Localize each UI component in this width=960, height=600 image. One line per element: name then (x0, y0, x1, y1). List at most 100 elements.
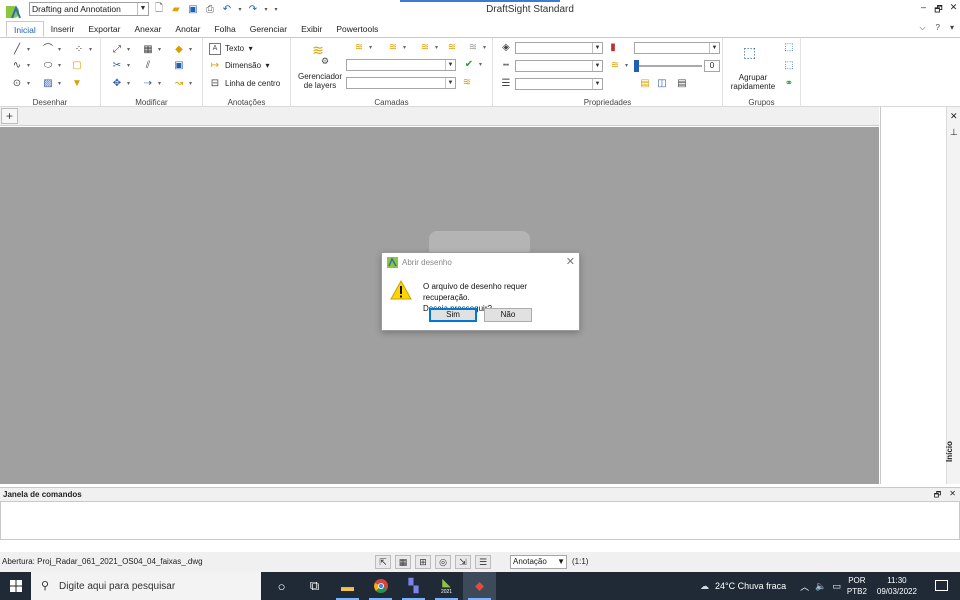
group-edit-icon[interactable]: ⬚ (783, 42, 795, 54)
print-icon[interactable]: ⎙ (203, 2, 217, 16)
weather-icon[interactable]: ☁ (700, 581, 709, 592)
taskbar-search-box[interactable]: ⚲ Digite aqui para pesquisar (31, 572, 261, 600)
task-view-icon[interactable]: ⧉ (298, 572, 331, 600)
close-button[interactable]: ✕ (946, 2, 960, 18)
layer-lock-icon[interactable]: ≋ (446, 42, 458, 54)
trim-icon[interactable]: ✂ (111, 60, 130, 72)
layer-freeze-icon[interactable]: ≋ (419, 42, 438, 54)
layer-filter-select[interactable]: ▼ (346, 77, 456, 89)
tab-anexar[interactable]: Anexar (127, 21, 168, 37)
workspace-select[interactable]: Drafting and Annotation ▼ (29, 2, 149, 16)
texto-button[interactable]: Texto ▾ (225, 44, 253, 53)
tab-folha[interactable]: Folha (207, 21, 242, 37)
group-manager-icon[interactable]: ⬚ (783, 60, 795, 72)
notification-center-icon[interactable] (935, 580, 948, 591)
tab-inserir[interactable]: Inserir (44, 21, 82, 37)
erase-icon[interactable]: ◆ (173, 44, 192, 56)
draftsight-taskbar-icon[interactable]: ◣ 2021 (430, 572, 463, 600)
properties-panel-icon[interactable]: ▤ (676, 78, 688, 90)
layer-walk-icon[interactable]: ≋ (467, 42, 486, 54)
linetype-select[interactable]: ▼ (515, 60, 603, 72)
lineweight-display-icon[interactable]: ☰ (475, 555, 491, 569)
spline-icon[interactable]: ∿ (11, 60, 30, 72)
points-icon[interactable]: ⁘ (73, 44, 92, 56)
ortho-icon[interactable]: ⊞ (415, 555, 431, 569)
layer-select[interactable]: ▼ (346, 59, 456, 71)
redo-icon[interactable]: ↷ (246, 2, 260, 16)
plot-style-select[interactable]: ▼ (634, 42, 720, 54)
active-app-icon[interactable]: ⬥ (463, 572, 496, 600)
command-window-input[interactable] (0, 501, 960, 540)
quick-select-icon[interactable]: ◫ (656, 78, 668, 90)
save-icon[interactable]: ▣ (186, 2, 200, 16)
tab-gerenciar[interactable]: Gerenciar (243, 21, 294, 37)
make-current-icon[interactable]: ✔ (463, 59, 482, 71)
clock[interactable]: 11:30 09/03/2022 (877, 575, 917, 597)
edit-box-icon[interactable]: ▣ (173, 60, 185, 72)
move-icon[interactable]: ✥ (111, 78, 130, 90)
quick-group-icon[interactable]: ⬚ (743, 45, 756, 59)
dimensao-button[interactable]: Dimensão ▾ (225, 61, 269, 70)
yes-button[interactable]: Sim (429, 308, 477, 322)
open-folder-icon[interactable]: ▰ (169, 2, 183, 16)
chrome-icon[interactable] (364, 572, 397, 600)
tab-exibir[interactable]: Exibir (294, 21, 329, 37)
add-tab-button[interactable]: + (1, 108, 18, 124)
chevron-up-icon[interactable]: ︿ (800, 580, 809, 593)
undo-icon[interactable]: ↶ (220, 2, 234, 16)
stretch-icon[interactable]: ↝ (173, 78, 192, 90)
transparency-icon[interactable]: ≋ (609, 60, 628, 72)
grid-icon[interactable]: ▦ (395, 555, 411, 569)
transparency-slider[interactable] (634, 60, 702, 72)
side-panel-tab-inicio[interactable]: Início (945, 441, 954, 462)
color-select[interactable]: ▼ (515, 42, 603, 54)
group-link-icon[interactable]: ⚭ (783, 78, 795, 90)
hatch-icon[interactable]: ▨ (42, 78, 61, 90)
quick-group-button[interactable]: Agrupar rapidamente (725, 73, 781, 91)
line-icon[interactable]: ╱ (11, 44, 30, 56)
draftsight-logo-icon[interactable] (4, 2, 24, 22)
layer-previous-icon[interactable]: ≋ (461, 77, 473, 89)
color-bars-icon[interactable]: ▮ (607, 42, 619, 54)
offset-icon[interactable]: ⫽ (142, 60, 154, 72)
transparency-slider-thumb[interactable] (634, 60, 639, 72)
transparency-value[interactable]: 0 (704, 60, 720, 72)
pin-icon[interactable]: ⊥ (950, 127, 958, 138)
cortana-icon[interactable]: ○ (265, 572, 298, 600)
extend-icon[interactable]: ⇢ (142, 78, 161, 90)
undo-dropdown-icon[interactable]: ▾ (237, 2, 243, 16)
layer-manager-button[interactable]: Gerenciador de layers (296, 72, 344, 90)
lineweight-icon[interactable]: ☰ (500, 78, 512, 90)
tab-anotar[interactable]: Anotar (168, 21, 207, 37)
color-bucket-icon[interactable]: ◈ (500, 42, 512, 54)
weather-text[interactable]: 24°C Chuva fraca (715, 581, 786, 591)
esnap-icon[interactable]: ⇲ (455, 555, 471, 569)
help-dropdown-icon[interactable]: ▾ (950, 23, 954, 33)
tab-powertools[interactable]: Powertools (329, 21, 385, 37)
minimize-button[interactable]: – (916, 2, 931, 18)
polar-icon[interactable]: ◎ (435, 555, 451, 569)
network-icon[interactable]: ▭ (832, 581, 841, 592)
tab-inicial[interactable]: Inicial (6, 21, 44, 37)
dialog-close-button[interactable]: ✕ (566, 255, 575, 268)
region-icon[interactable]: ▢ (71, 60, 83, 72)
text-icon[interactable]: A (209, 43, 221, 55)
annotation-scale-select[interactable]: Anotação ▼ (510, 555, 567, 569)
customize-toolbar-icon[interactable]: ▾ (272, 2, 280, 16)
dimension-icon[interactable]: ↦ (209, 60, 221, 72)
help-icon[interactable]: ? (936, 23, 940, 33)
new-file-icon[interactable]: 🗋 (152, 2, 166, 16)
start-button[interactable] (0, 572, 32, 600)
volume-icon[interactable]: 🔈 (815, 581, 826, 592)
ellipse-icon[interactable]: ⬭ (42, 60, 61, 72)
match-properties-icon[interactable]: ▤ (639, 78, 651, 90)
linetype-icon[interactable]: ┅ (500, 60, 512, 72)
close-icon[interactable]: ✕ (950, 111, 958, 122)
centerline-icon[interactable]: ⊟ (209, 78, 221, 90)
circle-icon[interactable]: ⊙ (11, 78, 30, 90)
restore-button[interactable]: 🗗 (931, 2, 946, 18)
no-button[interactable]: Não (484, 308, 532, 322)
redo-dropdown-icon[interactable]: ▾ (263, 2, 269, 16)
language-indicator[interactable]: POR PTB2 (847, 575, 867, 597)
linha-de-centro-button[interactable]: Linha de centro (225, 79, 280, 88)
